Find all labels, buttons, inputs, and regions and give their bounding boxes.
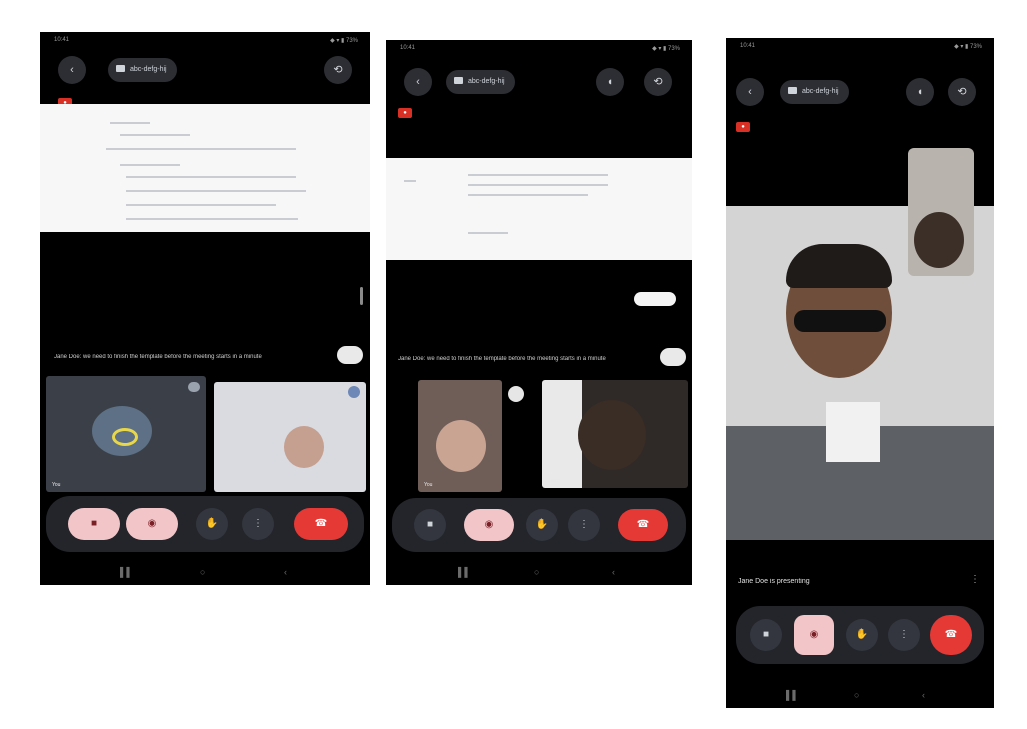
meeting-code-label: abc-defg-hij (130, 66, 167, 73)
volume-icon[interactable]: ◖ (596, 68, 624, 96)
meeting-code-pill[interactable]: abc-defg-hij (108, 58, 177, 82)
nav-back-icon[interactable]: ‹ (612, 567, 615, 577)
back-arrow-icon[interactable]: ‹ (404, 68, 432, 96)
live-caption: Jane Doe: we need to finish the template… (54, 354, 262, 360)
status-time: 10:41 (740, 43, 756, 49)
live-caption: Jane Doe: we need to finish the template… (398, 356, 606, 362)
nav-back-icon[interactable]: ‹ (284, 567, 287, 577)
status-icons: ◆ ▾ ▮ 73% (954, 44, 982, 50)
window-light (542, 380, 582, 488)
self-view-thumbnail[interactable] (908, 148, 974, 276)
camera-off-button[interactable]: ■ (414, 509, 446, 541)
mic-off-icon (188, 382, 200, 392)
shared-document (40, 104, 370, 232)
camera-switch-icon[interactable]: ⟲ (644, 68, 672, 96)
participant-face (284, 426, 324, 468)
system-nav-bar: ▌▌ ○ ‹ (726, 682, 994, 708)
call-controls: ■ ◉ ✋ ⋮ ☎ (46, 496, 364, 552)
raise-hand-button[interactable]: ✋ (196, 508, 228, 540)
self-video-tile[interactable]: You (418, 380, 502, 492)
status-bar: 10:41 ◆ ▾ ▮ 73% (386, 40, 692, 56)
participant-hair (786, 244, 892, 288)
screen-icon (454, 77, 463, 84)
self-face (436, 420, 486, 472)
end-call-button[interactable]: ☎ (930, 615, 972, 655)
status-icons: ◆ ▾ ▮ 73% (330, 38, 358, 44)
back-arrow-icon[interactable]: ‹ (736, 78, 764, 106)
raise-hand-button[interactable]: ✋ (526, 509, 558, 541)
phone-screen-3: 10:41 ◆ ▾ ▮ 73% ‹ abc-defg-hij ◖ ⟲ ● Jan… (726, 38, 994, 708)
shared-document (386, 158, 692, 260)
meeting-code-pill[interactable]: abc-defg-hij (446, 70, 515, 94)
mic-button[interactable]: ◉ (126, 508, 178, 540)
mic-button[interactable]: ◉ (794, 615, 834, 655)
status-time: 10:41 (400, 45, 416, 51)
call-controls: ■ ◉ ✋ ⋮ ☎ (736, 606, 984, 664)
system-nav-bar: ▌▌ ○ ‹ (40, 559, 370, 585)
screen-icon (788, 87, 797, 94)
nav-home-icon[interactable]: ○ (854, 690, 859, 700)
volume-icon[interactable]: ◖ (906, 78, 934, 106)
nav-recents-icon[interactable]: ▌▌ (120, 567, 133, 577)
more-vert-icon[interactable]: ⋮ (970, 574, 980, 585)
call-controls: ■ ◉ ✋ ⋮ ☎ (392, 498, 686, 552)
end-call-button[interactable]: ☎ (294, 508, 348, 540)
caption-chip[interactable] (634, 292, 676, 306)
status-bar: 10:41 ◆ ▾ ▮ 73% (726, 38, 994, 54)
avatar-glasses (112, 428, 138, 446)
nav-home-icon[interactable]: ○ (200, 567, 205, 577)
tile-label: Jane (548, 478, 559, 484)
caption-toggle-button[interactable] (337, 346, 363, 364)
end-call-button[interactable]: ☎ (618, 509, 668, 541)
tile-label: You (424, 482, 433, 488)
remote-video-tile[interactable] (214, 382, 366, 492)
nav-recents-icon[interactable]: ▌▌ (786, 690, 799, 700)
meeting-code-pill[interactable]: abc-defg-hij (780, 80, 849, 104)
nav-back-icon[interactable]: ‹ (922, 690, 925, 700)
nav-home-icon[interactable]: ○ (534, 567, 539, 577)
mic-button[interactable]: ◉ (464, 509, 514, 541)
status-time: 10:41 (54, 37, 70, 43)
recording-badge: ● (398, 108, 412, 118)
meeting-top-bar: ‹ abc-defg-hij ⟲ (40, 50, 370, 90)
camera-button[interactable]: ■ (68, 508, 120, 540)
phone-screen-1: 10:41 ◆ ▾ ▮ 73% ‹ abc-defg-hij ⟲ ● Jane … (40, 32, 370, 585)
system-nav-bar: ▌▌ ○ ‹ (386, 559, 692, 585)
participant-glasses (794, 310, 886, 332)
meeting-top-bar: ‹ abc-defg-hij ◖ ⟲ (386, 62, 692, 102)
nav-recents-icon[interactable]: ▌▌ (458, 567, 471, 577)
status-bar: 10:41 ◆ ▾ ▮ 73% (40, 32, 370, 48)
recording-badge: ● (736, 122, 750, 132)
more-options-button[interactable]: ⋮ (242, 508, 274, 540)
participant-name-label: Jane Doe is presenting (738, 578, 810, 585)
self-face (914, 212, 964, 268)
camera-off-button[interactable]: ■ (750, 619, 782, 651)
back-arrow-icon[interactable]: ‹ (58, 56, 86, 84)
caption-toggle-button[interactable] (660, 348, 686, 366)
tile-label: You (52, 482, 61, 488)
pin-icon[interactable] (508, 386, 524, 402)
meeting-code-label: abc-defg-hij (802, 88, 839, 95)
remote-video-tile[interactable]: Jane (542, 380, 688, 488)
status-icons: ◆ ▾ ▮ 73% (652, 46, 680, 52)
meeting-top-bar: ‹ abc-defg-hij ◖ ⟲ (726, 72, 994, 112)
scroll-handle[interactable] (360, 287, 363, 305)
camera-switch-icon[interactable]: ⟲ (948, 78, 976, 106)
raise-hand-button[interactable]: ✋ (846, 619, 878, 651)
screen-icon (116, 65, 125, 72)
more-options-button[interactable]: ⋮ (888, 619, 920, 651)
undershirt (826, 402, 880, 462)
more-options-button[interactable]: ⋮ (568, 509, 600, 541)
self-video-tile[interactable]: You (46, 376, 206, 492)
more-icon[interactable] (348, 386, 360, 398)
meeting-code-label: abc-defg-hij (468, 78, 505, 85)
phone-screen-2: 10:41 ◆ ▾ ▮ 73% ‹ abc-defg-hij ◖ ⟲ ● Jan… (386, 40, 692, 585)
participant-face (578, 400, 646, 470)
camera-switch-icon[interactable]: ⟲ (324, 56, 352, 84)
